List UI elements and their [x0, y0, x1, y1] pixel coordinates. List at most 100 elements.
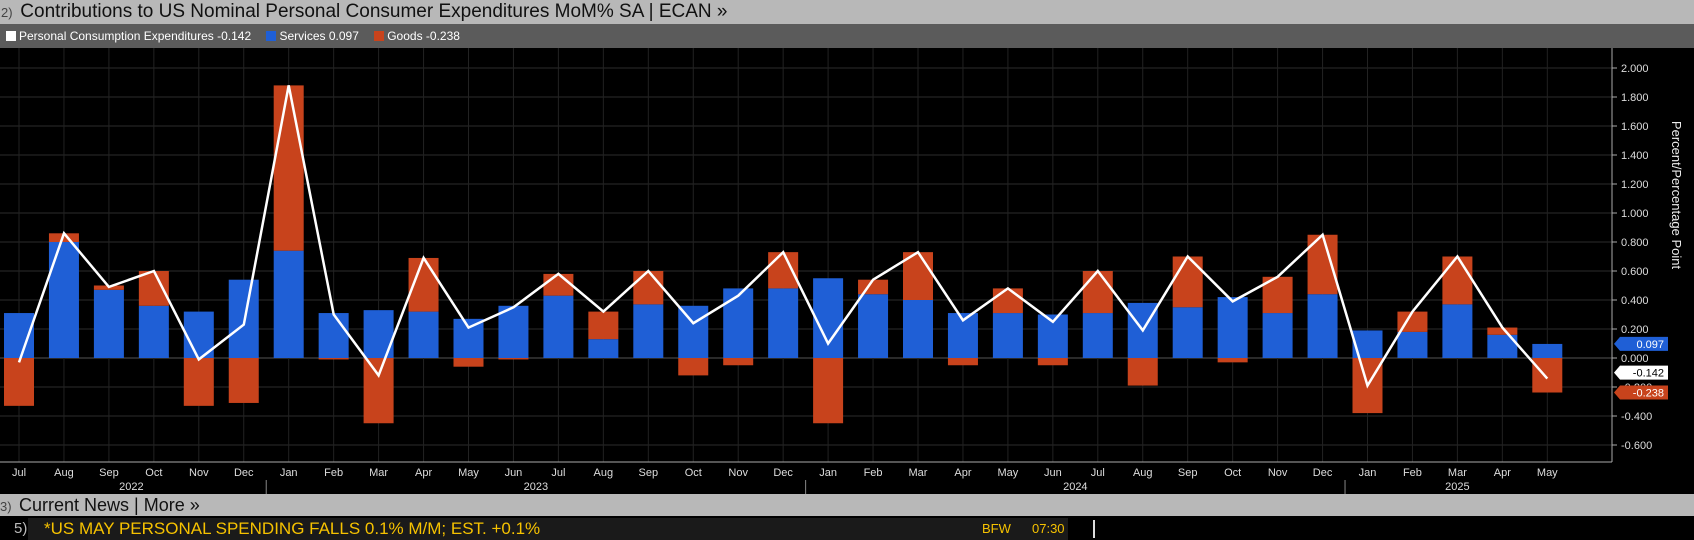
services-bar[interactable] [588, 339, 619, 358]
goods-bar[interactable] [228, 358, 259, 403]
services-bar[interactable] [498, 305, 529, 358]
x-tick-label: Feb [324, 467, 343, 479]
goods-bar[interactable] [1442, 256, 1473, 305]
last-value-tag: -0.238 [1614, 385, 1668, 400]
x-year-label: 2025 [1445, 481, 1469, 493]
services-bar[interactable] [1397, 331, 1428, 358]
goods-bar[interactable] [453, 358, 484, 367]
y-axis-title: Percent/Percentage Point [1669, 121, 1684, 270]
legend-item-goods[interactable]: Goods -0.238 [374, 24, 460, 48]
goods-bar[interactable] [723, 358, 754, 366]
panel-number: 2) [1, 5, 13, 20]
services-bar[interactable] [678, 305, 709, 358]
goods-bar[interactable] [543, 273, 574, 296]
last-value-tag-label: 0.097 [1636, 339, 1664, 351]
services-bar[interactable] [543, 295, 574, 358]
x-tick-label: Jun [1044, 467, 1062, 479]
services-bar[interactable] [633, 304, 664, 358]
services-bar[interactable] [138, 305, 169, 358]
x-tick-label: Feb [864, 467, 883, 479]
y-tick-label: 1.200 [1621, 179, 1649, 191]
goods-bar[interactable] [1082, 271, 1113, 314]
x-tick-label: Oct [145, 467, 162, 479]
goods-bar[interactable] [813, 358, 844, 424]
x-tick-label: Apr [415, 467, 432, 479]
goods-bar[interactable] [318, 358, 349, 360]
x-tick-label: Aug [54, 467, 74, 479]
y-tick-label: 0.400 [1621, 295, 1649, 307]
x-tick-label: May [458, 467, 479, 479]
y-tick-label: 1.600 [1621, 121, 1649, 133]
services-bar[interactable] [858, 294, 889, 358]
services-bar[interactable] [1442, 304, 1473, 358]
goods-bar[interactable] [992, 288, 1023, 314]
goods-bar[interactable] [498, 358, 529, 360]
goods-bar[interactable] [768, 252, 799, 289]
goods-bar[interactable] [363, 358, 394, 424]
x-tick-label: Jul [551, 467, 565, 479]
goods-bar[interactable] [138, 271, 169, 306]
news-row[interactable]: 5) *US MAY PERSONAL SPENDING FALLS 0.1% … [0, 518, 1694, 540]
services-bar[interactable] [318, 313, 349, 358]
x-tick-label: Apr [1494, 467, 1511, 479]
x-year-label: 2023 [524, 481, 548, 493]
x-year-label: 2022 [119, 481, 143, 493]
news-headline[interactable]: *US MAY PERSONAL SPENDING FALLS 0.1% M/M… [28, 518, 1068, 540]
y-tick-label: 1.400 [1621, 150, 1649, 162]
y-tick-label: 0.800 [1621, 237, 1649, 249]
x-year-label: 2024 [1063, 481, 1087, 493]
x-tick-label: May [998, 467, 1019, 479]
services-bar[interactable] [1217, 297, 1248, 358]
services-bar[interactable] [903, 300, 933, 358]
goods-bar[interactable] [1127, 358, 1158, 386]
last-value-tag: -0.142 [1614, 365, 1668, 380]
services-bar[interactable] [1307, 294, 1338, 358]
goods-bar[interactable] [1037, 358, 1068, 366]
news-panel-title[interactable]: Current News | More » [19, 495, 200, 515]
services-bar[interactable] [768, 288, 799, 358]
x-tick-label: Jun [505, 467, 523, 479]
y-tick-label: -0.400 [1621, 411, 1652, 423]
goods-bar[interactable] [588, 311, 619, 340]
last-value-tag-label: -0.142 [1633, 368, 1664, 380]
x-tick-label: Nov [189, 467, 209, 479]
x-tick-label: Dec [1313, 467, 1333, 479]
chart-title[interactable]: Contributions to US Nominal Personal Con… [20, 1, 727, 22]
services-bar[interactable] [453, 318, 484, 358]
services-bar[interactable] [273, 250, 304, 358]
goods-bar[interactable] [1172, 256, 1203, 308]
x-tick-label: Mar [369, 467, 388, 479]
services-bar[interactable] [1262, 313, 1293, 358]
x-tick-label: Oct [685, 467, 702, 479]
goods-bar[interactable] [1217, 358, 1248, 363]
stacked-bar-chart[interactable]: -0.600-0.400-0.2000.0000.2000.4000.6000.… [0, 48, 1694, 494]
y-tick-label: 0.600 [1621, 266, 1649, 278]
legend-item-pce[interactable]: Personal Consumption Expenditures -0.142 [6, 24, 251, 48]
services-bar[interactable] [1172, 307, 1203, 358]
services-bar[interactable] [408, 311, 439, 358]
x-tick-label: Sep [639, 467, 659, 479]
services-bar[interactable] [1532, 343, 1563, 358]
x-tick-label: Oct [1224, 467, 1241, 479]
goods-bar[interactable] [273, 85, 304, 251]
services-bar[interactable] [723, 288, 754, 358]
services-bar[interactable] [813, 278, 844, 358]
x-tick-label: Sep [1178, 467, 1198, 479]
goods-bar[interactable] [947, 358, 978, 366]
goods-bar[interactable] [1532, 358, 1563, 393]
legend-label-pce: Personal Consumption Expenditures -0.142 [19, 29, 252, 43]
news-row-index: 5) [14, 520, 28, 537]
legend-item-services[interactable]: Services 0.097 [266, 24, 359, 48]
goods-bar[interactable] [633, 271, 664, 305]
y-tick-label: 0.200 [1621, 324, 1649, 336]
x-tick-label: Jul [12, 467, 26, 479]
goods-bar[interactable] [678, 358, 709, 376]
services-bar[interactable] [1082, 313, 1113, 358]
services-bar[interactable] [992, 313, 1023, 358]
goods-bar[interactable] [183, 358, 214, 406]
goods-bar[interactable] [4, 358, 34, 406]
services-bar[interactable] [93, 289, 124, 358]
x-tick-label: May [1537, 467, 1558, 479]
y-tick-label: 2.000 [1621, 63, 1649, 75]
services-bar[interactable] [48, 242, 79, 358]
